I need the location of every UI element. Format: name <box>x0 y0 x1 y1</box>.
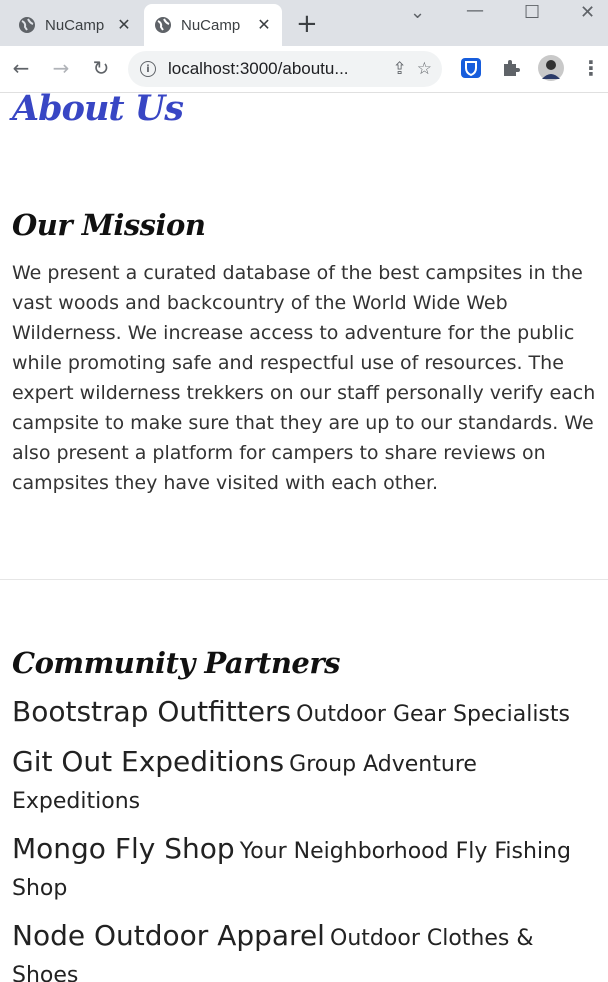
tab-title: NuCamp <box>181 16 241 34</box>
page-content: About Us Our Mission We present a curate… <box>0 92 608 982</box>
site-info-icon[interactable]: i <box>140 61 156 77</box>
tab-title: NuCamp <box>45 16 105 34</box>
partner-name: Mongo Fly Shop <box>12 832 235 865</box>
profile-avatar-icon[interactable] <box>538 55 564 81</box>
back-arrow-icon[interactable]: ← <box>8 55 34 81</box>
globe-icon <box>155 17 171 33</box>
forward-arrow-icon[interactable]: → <box>48 55 74 81</box>
partner-tagline: Outdoor Gear Specialists <box>296 702 570 727</box>
share-icon[interactable]: ⇪ <box>393 59 407 79</box>
tab-strip: NuCamp ✕ NuCamp ✕ + ⌄ — ☐ ✕ <box>0 0 608 46</box>
bitwarden-icon[interactable] <box>460 57 482 79</box>
new-tab-icon[interactable]: + <box>296 10 318 38</box>
partner-name: Git Out Expeditions <box>12 745 285 778</box>
page-title: About Us <box>12 92 184 129</box>
section-divider <box>0 579 608 580</box>
address-text[interactable]: localhost:3000/aboutu... <box>168 59 383 79</box>
mission-heading: Our Mission <box>12 208 206 242</box>
address-bar[interactable]: i localhost:3000/aboutu... ⇪ ☆ <box>128 51 442 87</box>
tab-nucamp-2[interactable]: NuCamp ✕ <box>144 4 282 46</box>
close-window-icon[interactable]: ✕ <box>580 2 595 23</box>
partners-heading: Community Partners <box>12 646 340 680</box>
partner-name: Node Outdoor Apparel <box>12 919 325 952</box>
partners-list: Bootstrap Outfitters Outdoor Gear Specia… <box>12 694 602 982</box>
maximize-icon[interactable]: ☐ <box>524 2 540 23</box>
minimize-icon[interactable]: — <box>466 0 484 21</box>
reload-icon[interactable]: ↻ <box>88 55 114 81</box>
kebab-menu-icon[interactable]: ⋮ <box>578 55 604 81</box>
partner-item: Bootstrap Outfitters Outdoor Gear Specia… <box>12 694 602 734</box>
partner-item: Mongo Fly Shop Your Neighborhood Fly Fis… <box>12 831 602 908</box>
tab-search-chevron-icon[interactable]: ⌄ <box>410 2 425 23</box>
mission-text: We present a curated database of the bes… <box>12 262 596 494</box>
browser-toolbar: ← → ↻ i localhost:3000/aboutu... ⇪ ☆ ⋮ <box>0 46 608 93</box>
bookmark-star-icon[interactable]: ☆ <box>417 59 432 79</box>
tab-nucamp-1[interactable]: NuCamp ✕ <box>8 4 142 46</box>
close-tab-icon[interactable]: ✕ <box>116 15 132 35</box>
extensions-puzzle-icon[interactable] <box>500 57 522 79</box>
partner-name: Bootstrap Outfitters <box>12 695 292 728</box>
globe-icon <box>19 17 35 33</box>
partner-item: Git Out Expeditions Group Adventure Expe… <box>12 744 602 821</box>
close-tab-icon[interactable]: ✕ <box>256 15 272 35</box>
partner-item: Node Outdoor Apparel Outdoor Clothes & S… <box>12 918 602 982</box>
